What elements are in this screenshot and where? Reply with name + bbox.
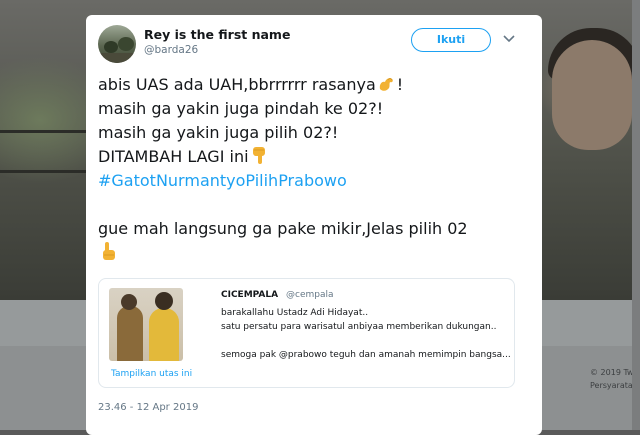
pointing-down-emoji [252, 147, 265, 164]
tweet-timestamp[interactable]: 23.46 - 12 Apr 2019 [98, 402, 198, 413]
tweet-line-text: abis UAS ada UAH,bbrrrrrr rasanya [98, 75, 376, 94]
image-person [117, 306, 143, 361]
background-child-face [552, 40, 632, 150]
tweet-line-text: DITAMBAH LAGI ini [98, 147, 249, 166]
quoted-text-line: semoga pak @prabowo teguh dan amanah mem… [221, 350, 511, 360]
avatar[interactable] [98, 25, 136, 63]
hashtag-link[interactable]: #GatotNurmantyoPilihPrabowo [98, 169, 534, 193]
quoted-tweet-image[interactable] [109, 288, 183, 361]
tweet-line [98, 241, 534, 265]
tweet-line: DITAMBAH LAGI ini [98, 145, 534, 169]
quoted-tweet[interactable]: CICEMPALA @cempala barakallahu Ustadz Ad… [98, 278, 515, 388]
tweet-text: abis UAS ada UAH,bbrrrrrr rasanya ! masi… [98, 73, 534, 265]
show-thread-link[interactable]: Tampilkan utas ini [111, 369, 192, 379]
tweet-modal: Rey is the first name @barda26 Ikuti abi… [86, 15, 542, 435]
author-name[interactable]: Rey is the first name [144, 27, 290, 42]
background-rail [0, 170, 100, 173]
quoted-text-line: barakallahu Ustadz Adi Hidayat.. [221, 308, 369, 318]
quoted-author-name: CICEMPALA [221, 290, 279, 300]
avatar-ground [98, 53, 136, 63]
tweet-line: gue mah langsung ga pake mikir,Jelas pil… [98, 219, 468, 238]
chevron-down-icon[interactable] [503, 35, 515, 43]
page-scrollbar[interactable] [632, 0, 640, 430]
image-person-head [155, 292, 173, 310]
tweet-line: abis UAS ada UAH,bbrrrrrr rasanya ! [98, 73, 534, 97]
tweet-line: masih ga yakin juga pilih 02?! [98, 123, 339, 142]
follow-button[interactable]: Ikuti [411, 28, 491, 52]
avatar-tree [118, 37, 134, 51]
quoted-text-line: satu persatu para warisatul anbiyaa memb… [221, 322, 497, 332]
flexed-biceps-emoji [379, 78, 393, 91]
avatar-tree [104, 41, 118, 53]
image-person-head [121, 294, 137, 310]
tweet-line: masih ga yakin juga pindah ke 02?! [98, 99, 384, 118]
image-person [149, 308, 179, 361]
tweet-line-end: ! [396, 75, 404, 94]
pointing-up-emoji [103, 242, 115, 260]
quoted-author-handle: @cempala [286, 290, 334, 300]
author-handle[interactable]: @barda26 [144, 44, 198, 56]
